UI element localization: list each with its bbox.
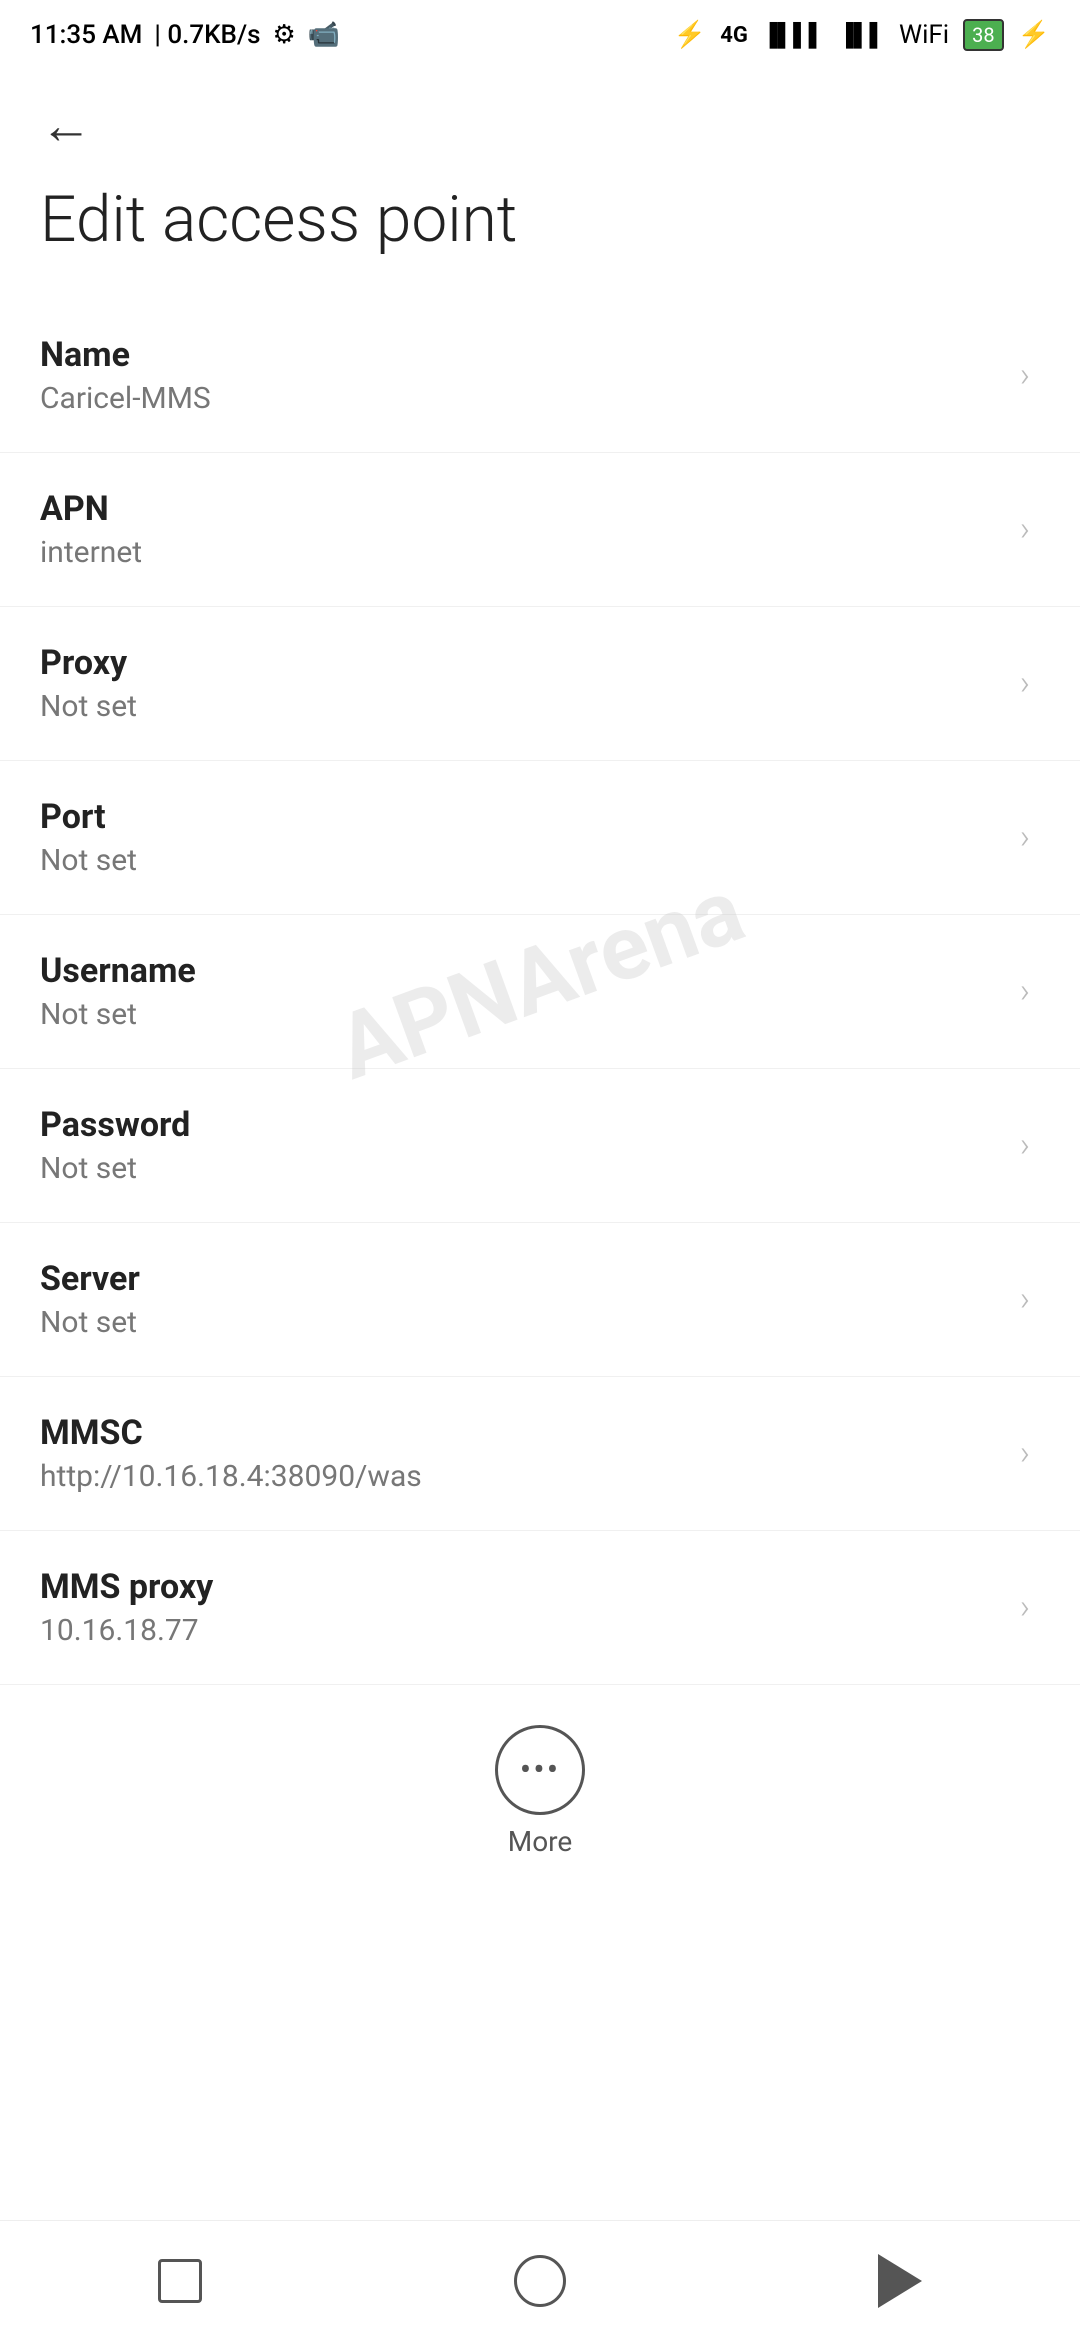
settings-value-1: internet	[40, 535, 1020, 570]
settings-item-proxy[interactable]: Proxy Not set›	[0, 607, 1080, 761]
settings-label-2: Proxy	[40, 643, 1020, 683]
settings-item-port[interactable]: Port Not set›	[0, 761, 1080, 915]
settings-value-6: Not set	[40, 1305, 1020, 1340]
settings-item-content-3: Port Not set	[40, 797, 1020, 878]
settings-item-content-1: APN internet	[40, 489, 1020, 570]
settings-item-content-6: Server Not set	[40, 1259, 1020, 1340]
settings-label-3: Port	[40, 797, 1020, 837]
nav-back-button[interactable]	[840, 2241, 960, 2321]
settings-label-8: MMS proxy	[40, 1567, 1020, 1607]
settings-item-name[interactable]: Name Caricel-MMS›	[0, 299, 1080, 453]
nav-home-button[interactable]	[480, 2241, 600, 2321]
chevron-right-icon: ›	[1020, 971, 1030, 1011]
settings-value-3: Not set	[40, 843, 1020, 878]
speed-display: | 0.7KB/s	[154, 20, 260, 50]
bluetooth-icon: ⚡	[674, 20, 706, 50]
settings-item-content-0: Name Caricel-MMS	[40, 335, 1020, 416]
recents-icon	[158, 2259, 202, 2303]
back-icon	[878, 2254, 922, 2308]
settings-value-2: Not set	[40, 689, 1020, 724]
chevron-right-icon: ›	[1020, 1433, 1030, 1473]
settings-item-username[interactable]: Username Not set›	[0, 915, 1080, 1069]
time-display: 11:35 AM	[30, 20, 142, 50]
settings-item-password[interactable]: Password Not set›	[0, 1069, 1080, 1223]
settings-item-content-8: MMS proxy 10.16.18.77	[40, 1567, 1020, 1648]
chevron-right-icon: ›	[1020, 1125, 1030, 1165]
status-right: ⚡ 4G ▐▌▌▌ ▐▌▌ WiFi 38 ⚡	[674, 19, 1050, 51]
status-bar: 11:35 AM | 0.7KB/s ⚙ 📹 ⚡ 4G ▐▌▌▌ ▐▌▌ WiF…	[0, 0, 1080, 70]
wifi-icon: WiFi	[899, 20, 949, 50]
signal2-icon: ▐▌▌	[838, 22, 885, 48]
settings-item-server[interactable]: Server Not set›	[0, 1223, 1080, 1377]
back-button[interactable]: ←	[40, 100, 92, 152]
settings-item-content-4: Username Not set	[40, 951, 1020, 1032]
settings-item-mmsc[interactable]: MMSC http://10.16.18.4:38090/was›	[0, 1377, 1080, 1531]
settings-value-4: Not set	[40, 997, 1020, 1032]
chevron-right-icon: ›	[1020, 355, 1030, 395]
chevron-right-icon: ›	[1020, 1587, 1030, 1627]
chevron-right-icon: ›	[1020, 509, 1030, 549]
network-4g-icon: 4G	[720, 23, 748, 48]
status-left: 11:35 AM | 0.7KB/s ⚙ 📹	[30, 20, 340, 50]
settings-value-0: Caricel-MMS	[40, 381, 1020, 416]
navigation-bar	[0, 2220, 1080, 2340]
settings-item-apn[interactable]: APN internet›	[0, 453, 1080, 607]
settings-item-content-7: MMSC http://10.16.18.4:38090/was	[40, 1413, 1020, 1494]
header: ←	[0, 70, 1080, 162]
more-section: ••• More	[0, 1685, 1080, 1888]
settings-list: NameCaricel-MMS›APNinternet›ProxyNot set…	[0, 299, 1080, 1685]
battery-indicator: 38	[963, 19, 1003, 51]
nav-recents-button[interactable]	[120, 2241, 240, 2321]
settings-icon: ⚙	[273, 20, 296, 50]
charging-icon: ⚡	[1018, 20, 1050, 50]
settings-value-8: 10.16.18.77	[40, 1613, 1020, 1648]
settings-value-7: http://10.16.18.4:38090/was	[40, 1459, 1020, 1494]
settings-value-5: Not set	[40, 1151, 1020, 1186]
settings-item-mms-proxy[interactable]: MMS proxy 10.16.18.77›	[0, 1531, 1080, 1685]
chevron-right-icon: ›	[1020, 817, 1030, 857]
more-label: More	[508, 1825, 573, 1858]
chevron-right-icon: ›	[1020, 1279, 1030, 1319]
video-icon: 📹	[308, 20, 340, 50]
page-title: Edit access point	[0, 162, 1080, 299]
settings-label-7: MMSC	[40, 1413, 1020, 1453]
chevron-right-icon: ›	[1020, 663, 1030, 703]
settings-label-4: Username	[40, 951, 1020, 991]
more-button[interactable]: •••	[495, 1725, 585, 1815]
settings-item-content-2: Proxy Not set	[40, 643, 1020, 724]
settings-label-1: APN	[40, 489, 1020, 529]
more-dots-icon: •••	[520, 1753, 560, 1787]
settings-label-6: Server	[40, 1259, 1020, 1299]
signal-icon: ▐▌▌▌	[762, 22, 824, 48]
home-icon	[514, 2255, 566, 2307]
settings-label-5: Password	[40, 1105, 1020, 1145]
settings-label-0: Name	[40, 335, 1020, 375]
settings-item-content-5: Password Not set	[40, 1105, 1020, 1186]
